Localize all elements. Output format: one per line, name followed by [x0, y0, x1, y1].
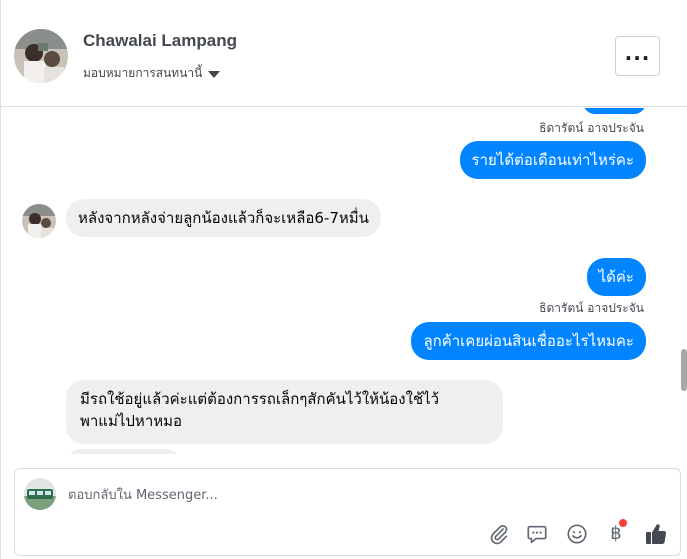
- message-bubble-incoming-partial[interactable]: [66, 449, 181, 454]
- message-bubble-outgoing[interactable]: ลูกค้าเคยผ่อนสินเชื่ออะไรไหมคะ: [411, 322, 646, 360]
- message-composer: ฿: [14, 468, 681, 556]
- message-text-line: พาแม่ไปหาหมอ: [80, 412, 183, 430]
- reply-input[interactable]: [68, 481, 628, 509]
- like-icon: [646, 524, 667, 544]
- attach-file-button[interactable]: [486, 521, 512, 547]
- messenger-conversation-panel: Chawalai Lampang มอบหมายการสนทนานี้ ... …: [0, 0, 687, 559]
- saved-replies-button[interactable]: [524, 521, 550, 547]
- payment-icon: ฿: [610, 523, 622, 544]
- incoming-message-avatar: [22, 204, 56, 238]
- paperclip-icon: [490, 525, 508, 545]
- message-bubble-outgoing-partial[interactable]: [583, 108, 646, 114]
- send-like-button[interactable]: [643, 521, 669, 547]
- contact-name[interactable]: Chawalai Lampang: [83, 31, 237, 51]
- payment-button[interactable]: ฿: [603, 519, 629, 547]
- notification-dot: [619, 519, 627, 527]
- message-bubble-incoming[interactable]: หลังจากหลังจ่ายลูกน้องแล้วก็จะเหลือ6-7หม…: [66, 199, 381, 237]
- message-list-scrollbar[interactable]: [681, 349, 687, 391]
- message-sender-name: ธิดารัตน์ อาจประจัน: [539, 301, 644, 315]
- message-bubble-outgoing[interactable]: รายได้ต่อเดือนเท่าไหร่คะ: [459, 141, 646, 179]
- more-dots-icon: ...: [624, 40, 651, 65]
- more-options-button[interactable]: ...: [615, 36, 660, 76]
- message-bubble-incoming[interactable]: มีรถใช้อยู่แล้วค่ะแต่ต้องการรถเล็กๆสักคั…: [66, 380, 503, 444]
- caret-down-icon: [208, 71, 221, 78]
- conversation-header: Chawalai Lampang มอบหมายการสนทนานี้ ...: [1, 0, 687, 107]
- message-list[interactable]: ธิดารัตน์ อาจประจัน รายได้ต่อเดือนเท่าไห…: [1, 108, 687, 454]
- page-avatar: [24, 478, 56, 510]
- assign-conversation-dropdown[interactable]: มอบหมายการสนทนานี้: [83, 64, 221, 83]
- assign-label: มอบหมายการสนทนานี้: [83, 66, 203, 80]
- message-sender-name: ธิดารัตน์ อาจประจัน: [539, 121, 644, 135]
- message-bubble-outgoing[interactable]: ได้ค่ะ: [586, 258, 646, 296]
- emoji-button[interactable]: [564, 521, 590, 547]
- contact-avatar[interactable]: [14, 29, 68, 83]
- emoji-icon: [567, 524, 587, 544]
- message-text-line: มีรถใช้อยู่แล้วค่ะแต่ต้องการรถเล็กๆสักคั…: [80, 390, 440, 408]
- saved-reply-icon: [527, 525, 547, 544]
